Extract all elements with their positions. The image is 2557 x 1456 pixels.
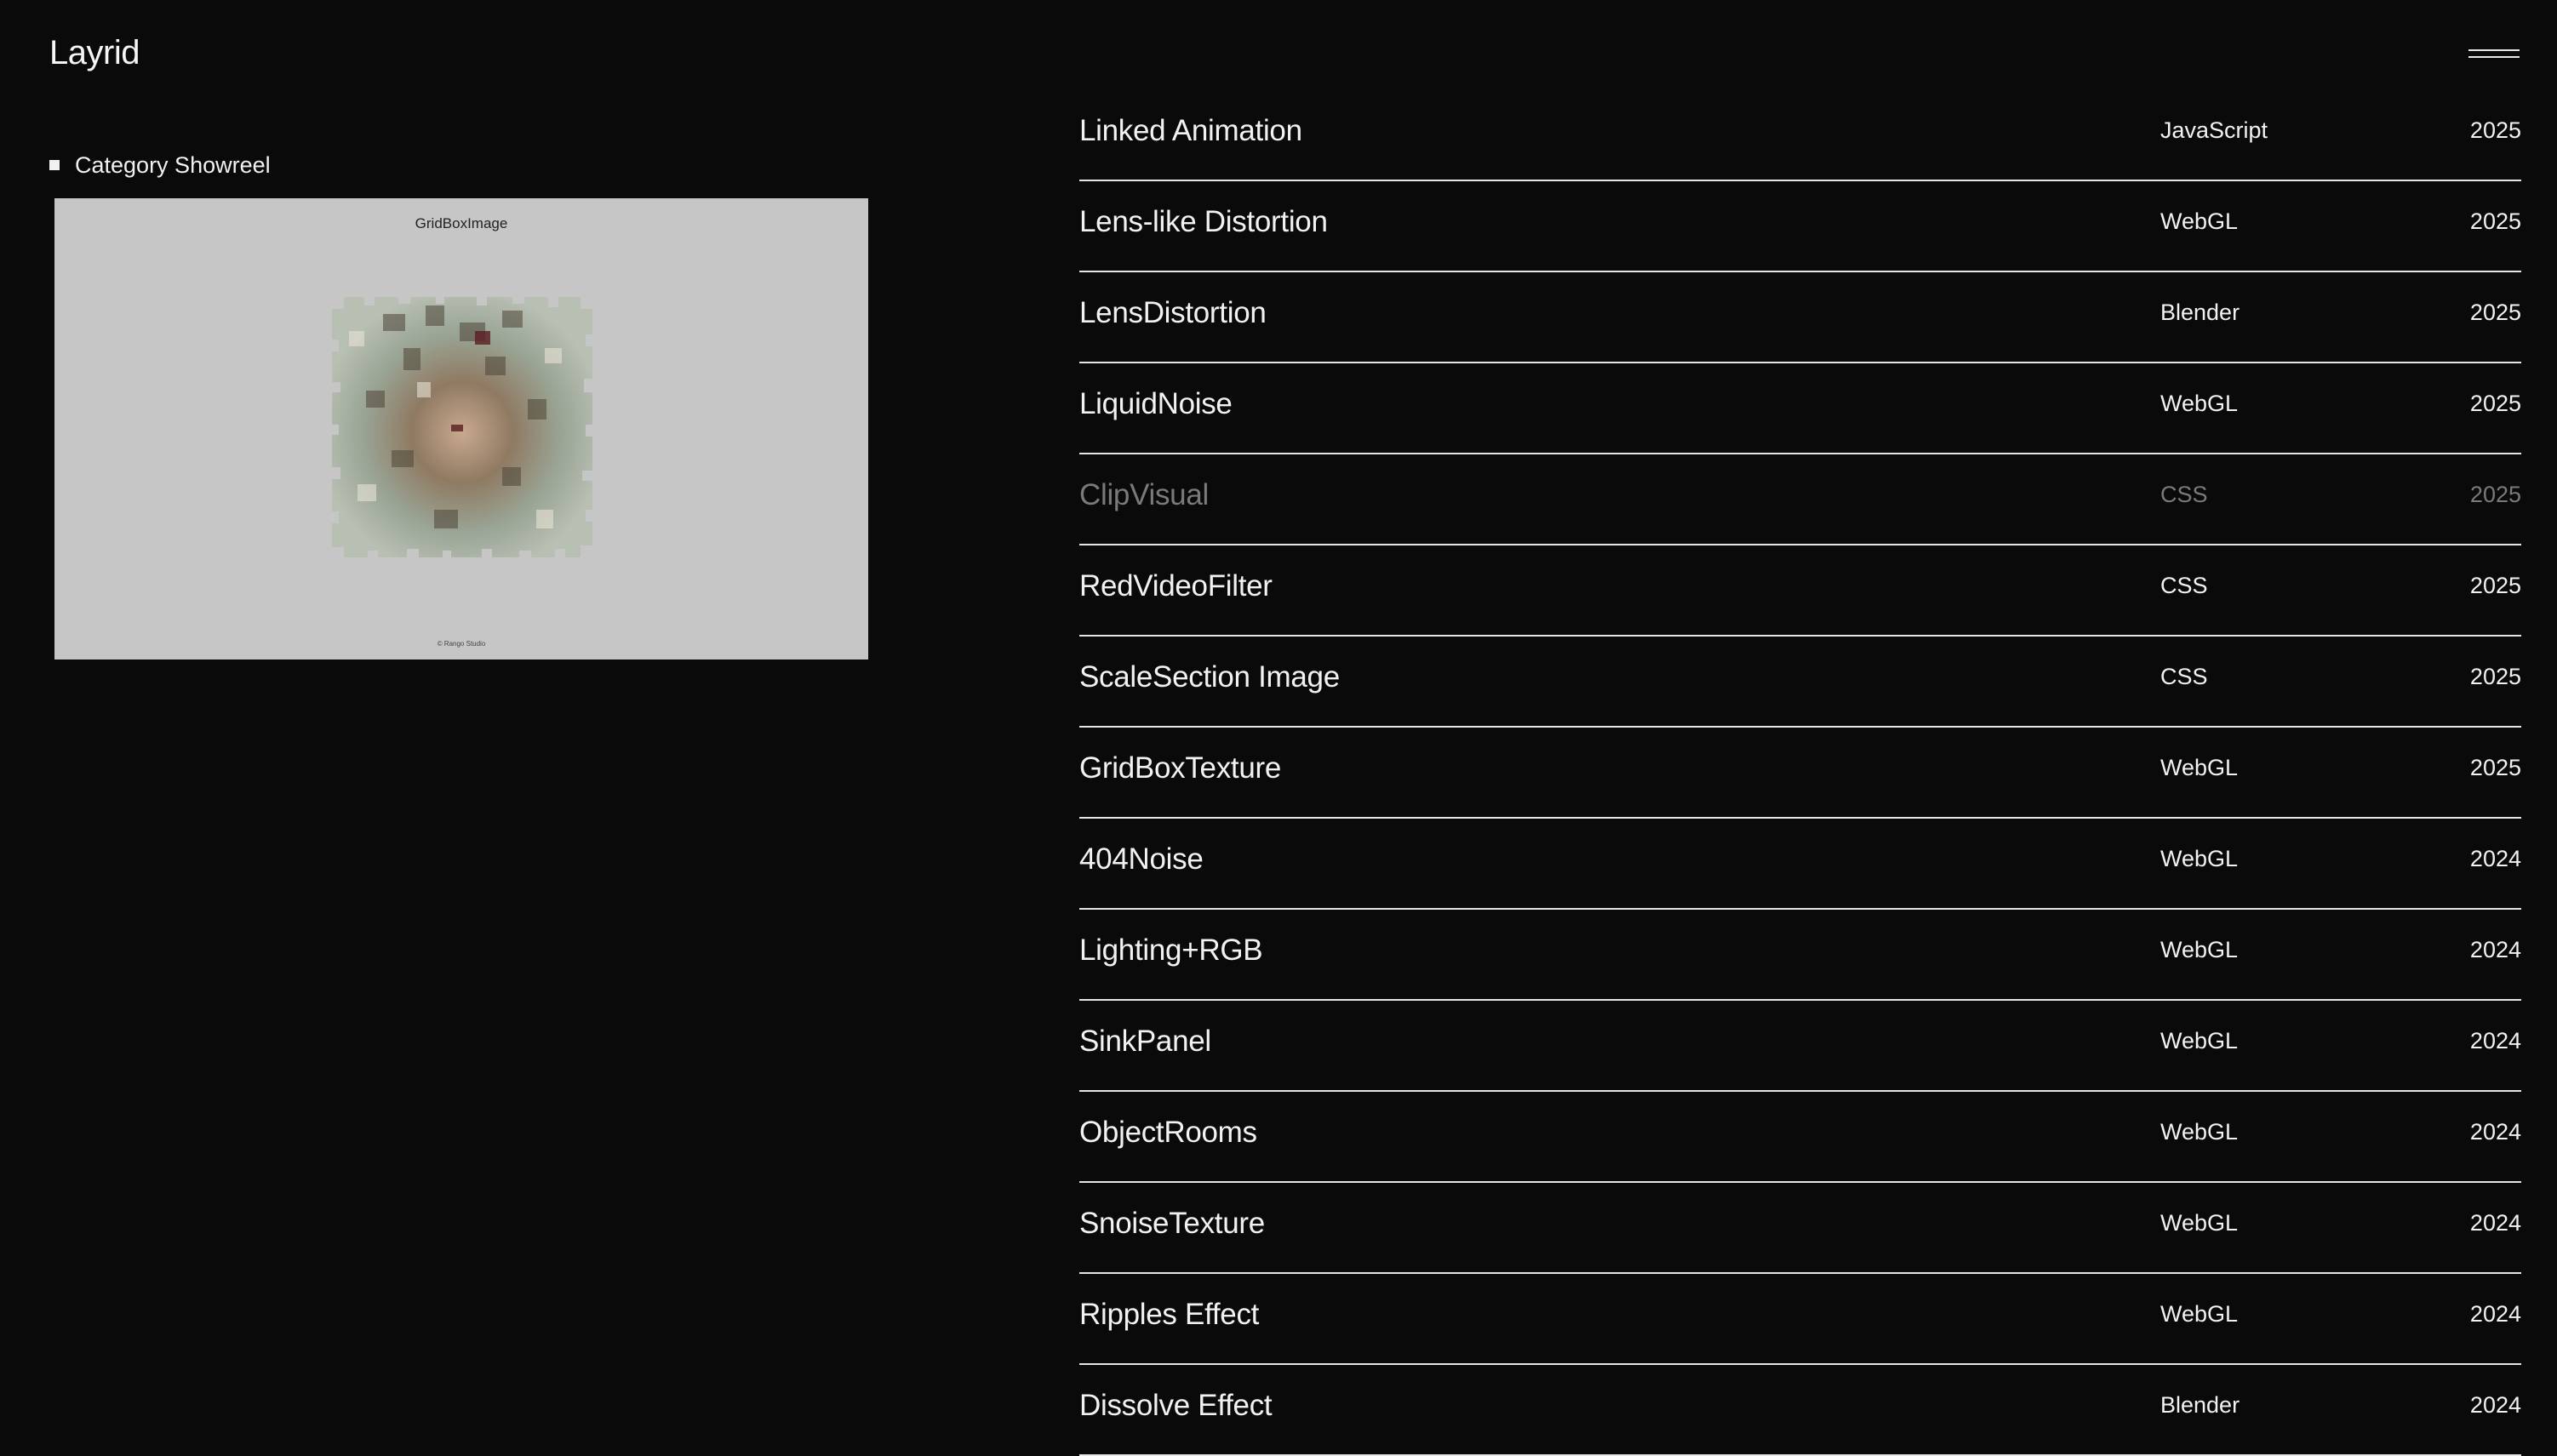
- project-name: Ripples Effect: [1079, 1298, 1260, 1331]
- project-year: 2024: [2469, 1210, 2521, 1236]
- project-year: 2025: [2469, 300, 2521, 325]
- project-tech: JavaScript: [2160, 117, 2268, 143]
- preview-title: GridBoxImage: [415, 215, 508, 231]
- project-year: 2025: [2469, 208, 2521, 234]
- project-name: Dissolve Effect: [1079, 1389, 1273, 1422]
- project-year: 2025: [2469, 755, 2521, 780]
- project-row[interactable]: GridBoxTexture WebGL 2025: [1079, 728, 2521, 819]
- project-tech: CSS: [2160, 664, 2208, 689]
- project-tech: WebGL: [2160, 1119, 2239, 1145]
- project-tech: WebGL: [2160, 1028, 2239, 1053]
- project-row[interactable]: ScaleSection Image CSS 2025: [1079, 637, 2521, 728]
- grid-box-portrait: [332, 297, 592, 557]
- project-row[interactable]: Lens-like Distortion WebGL 2025: [1079, 181, 2521, 272]
- project-name: LiquidNoise: [1079, 387, 1233, 420]
- project-tech: CSS: [2160, 482, 2208, 507]
- project-year: 2025: [2469, 664, 2521, 689]
- project-name: Linked Animation: [1079, 114, 1302, 147]
- project-row[interactable]: RedVideoFilter CSS 2025: [1079, 545, 2521, 637]
- project-year: 2024: [2469, 846, 2521, 871]
- project-year: 2024: [2469, 937, 2521, 962]
- project-name: ScaleSection Image: [1079, 660, 1340, 694]
- project-name: SinkPanel: [1079, 1025, 1211, 1058]
- project-name: GridBoxTexture: [1079, 751, 1282, 785]
- project-name: SnoiseTexture: [1079, 1207, 1265, 1240]
- project-row[interactable]: Ripples Effect WebGL 2024: [1079, 1274, 2521, 1365]
- project-row[interactable]: LensDistortion Blender 2025: [1079, 272, 2521, 363]
- project-row[interactable]: Lighting+RGB WebGL 2024: [1079, 910, 2521, 1001]
- project-year: 2025: [2469, 391, 2521, 416]
- project-row[interactable]: Linked Animation JavaScript 2025: [1079, 90, 2521, 181]
- project-tech: WebGL: [2160, 937, 2239, 962]
- project-name: ClipVisual: [1079, 478, 1209, 511]
- project-tech: WebGL: [2160, 1210, 2239, 1236]
- project-name: 404Noise: [1079, 842, 1204, 876]
- project-row[interactable]: Dissolve Effect Blender 2024: [1079, 1365, 2521, 1456]
- project-row[interactable]: SnoiseTexture WebGL 2024: [1079, 1183, 2521, 1274]
- project-year: 2024: [2469, 1301, 2521, 1327]
- project-row-hovered[interactable]: ClipVisual CSS 2025: [1079, 454, 2521, 545]
- category-label: Category Showreel: [75, 152, 271, 178]
- project-name: Lens-like Distortion: [1079, 205, 1328, 238]
- project-name: LensDistortion: [1079, 296, 1267, 329]
- project-row[interactable]: ObjectRooms WebGL 2024: [1079, 1092, 2521, 1183]
- project-tech: WebGL: [2160, 755, 2239, 780]
- project-name: Lighting+RGB: [1079, 934, 1263, 967]
- project-row[interactable]: 404Noise WebGL 2024: [1079, 819, 2521, 910]
- project-tech: Blender: [2160, 300, 2240, 325]
- project-year: 2025: [2469, 482, 2521, 507]
- project-year: 2024: [2469, 1028, 2521, 1053]
- project-list: Linked Animation JavaScript 2025 Lens-li…: [1079, 90, 2521, 1456]
- site-logo[interactable]: Layrid: [49, 31, 140, 75]
- project-tech: WebGL: [2160, 846, 2239, 871]
- project-tech: Blender: [2160, 1392, 2240, 1418]
- project-year: 2025: [2469, 573, 2521, 598]
- project-tech: WebGL: [2160, 1301, 2239, 1327]
- project-name: ObjectRooms: [1079, 1116, 1257, 1149]
- project-name: RedVideoFilter: [1079, 569, 1273, 602]
- project-tech: WebGL: [2160, 208, 2239, 234]
- preview-footer: © Rango Studio: [437, 640, 486, 648]
- project-row[interactable]: LiquidNoise WebGL 2025: [1079, 363, 2521, 454]
- project-row[interactable]: SinkPanel WebGL 2024: [1079, 1001, 2521, 1092]
- preview-image[interactable]: GridBoxImage © Rango Studio: [54, 198, 868, 659]
- project-year: 2025: [2469, 117, 2521, 143]
- project-year: 2024: [2469, 1119, 2521, 1145]
- hamburger-menu-icon[interactable]: [2468, 43, 2521, 65]
- category-heading: Category Showreel: [49, 150, 271, 180]
- project-tech: CSS: [2160, 573, 2208, 598]
- project-tech: WebGL: [2160, 391, 2239, 416]
- square-bullet-icon: [49, 160, 60, 170]
- project-year: 2024: [2469, 1392, 2521, 1418]
